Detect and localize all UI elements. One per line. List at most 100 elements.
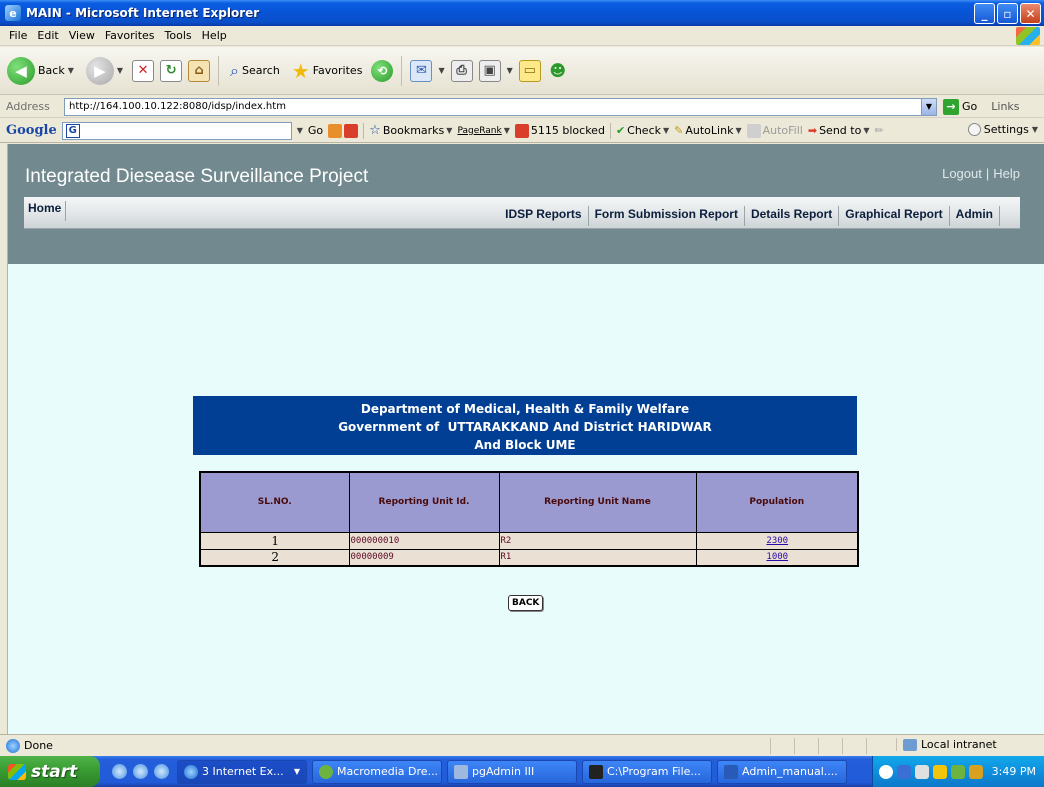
history-icon[interactable]: ⟲ (371, 59, 394, 82)
bookmarks-label: Bookmarks (382, 124, 445, 137)
nav-menu: IDSP Reports Form Submission Report Deta… (499, 206, 1000, 226)
discuss-icon[interactable]: ▭ (518, 59, 541, 82)
population-link[interactable]: 2300 (766, 536, 788, 546)
address-input[interactable]: http://164.100.10.122:8080/idsp/index.ht… (64, 97, 922, 116)
messenger-icon[interactable]: ☻ (547, 60, 569, 82)
spellcheck-button[interactable]: ✔ Check ▼ (616, 124, 669, 137)
back-nav-button[interactable]: ◀ Back ▼ (4, 55, 77, 87)
page-icon (6, 738, 20, 753)
chevron-down-icon: ▼ (663, 126, 670, 135)
tray-arrow-icon[interactable] (879, 764, 893, 779)
window-title: MAIN - Microsoft Internet Explorer (26, 6, 260, 20)
browser-quicklaunch-icon[interactable] (154, 764, 169, 779)
tray-app-icon[interactable] (969, 764, 983, 779)
task-command-prompt[interactable]: C:\Program File... (582, 759, 712, 784)
minimize-button[interactable]: _ (974, 3, 995, 24)
task-macromedia[interactable]: Macromedia Dre... (312, 759, 442, 784)
chevron-down-icon: ▼ (506, 66, 513, 75)
favorites-button[interactable]: ★ Favorites (289, 57, 366, 85)
population-link[interactable]: 1000 (766, 552, 788, 562)
chevron-down-icon: ▼ (293, 767, 300, 776)
go-button[interactable]: → Go (943, 98, 978, 115)
nav-idsp-reports[interactable]: IDSP Reports (499, 206, 587, 226)
logout-link[interactable]: Logout (940, 166, 984, 181)
bookmarks-button[interactable]: ☆ Bookmarks ▼ (369, 123, 452, 138)
start-button[interactable]: start (0, 756, 100, 787)
nav-divider (999, 206, 1000, 226)
nav-form-submission-report[interactable]: Form Submission Report (587, 206, 744, 226)
status-pane (794, 738, 818, 754)
pgadmin-icon (454, 764, 468, 779)
menu-edit[interactable]: Edit (32, 29, 63, 42)
help-link[interactable]: Help (991, 166, 1022, 181)
autofill-icon (746, 123, 761, 138)
nav-graphical-report[interactable]: Graphical Report (838, 206, 948, 226)
ie-quicklaunch-icon[interactable] (133, 764, 148, 779)
tray-app-icon[interactable] (915, 764, 929, 779)
pencil-icon[interactable]: ✏ (874, 124, 883, 137)
google-go-button[interactable]: Go (308, 124, 323, 137)
status-bar: Done Local intranet (0, 734, 1044, 756)
network-icon[interactable] (897, 764, 911, 779)
forward-nav-button[interactable]: ▶ ▼ (83, 55, 126, 87)
chevron-down-icon: ▼ (116, 66, 124, 75)
menu-view[interactable]: View (64, 29, 100, 42)
menu-tools[interactable]: Tools (160, 29, 197, 42)
nav-admin[interactable]: Admin (948, 206, 999, 226)
tray-app-icon[interactable] (951, 764, 965, 779)
google-search-input[interactable]: G (61, 121, 292, 140)
print-icon[interactable]: ⎙ (450, 59, 473, 82)
ie-icon (184, 764, 198, 779)
favorites-label: Favorites (312, 64, 363, 77)
sendto-icon: ➡ (807, 124, 818, 137)
cell-population: 1000 (695, 548, 859, 567)
chevron-down-icon: ▼ (67, 66, 74, 75)
window-border (0, 144, 8, 734)
close-button[interactable]: ✕ (1020, 3, 1041, 24)
toolbar-separator (609, 122, 611, 139)
chevron-down-icon[interactable]: ▼ (297, 126, 303, 135)
windows-logo-icon (1016, 27, 1040, 45)
autolink-button[interactable]: ✎ AutoLink ▼ (674, 124, 741, 137)
menu-file[interactable]: File (4, 29, 32, 42)
nav-home[interactable]: Home (28, 201, 67, 221)
search-button[interactable]: ⌕ Search (227, 59, 283, 83)
stop-icon[interactable]: ✕ (132, 59, 155, 82)
nav-details-report[interactable]: Details Report (743, 206, 838, 226)
status-pane (842, 738, 866, 754)
intranet-icon (903, 738, 917, 751)
settings-button[interactable]: Settings ▼ (967, 123, 1038, 136)
back-button[interactable]: BACK (508, 595, 544, 611)
google-toolbar: Google G ▼ Go ☆ Bookmarks ▼ PageRank ▼ 5115… (0, 119, 1044, 143)
task-internet-explorer[interactable]: 3 Internet Ex... ▼ (177, 759, 307, 784)
pagerank-label: PageRank (457, 125, 502, 136)
status-pane (866, 738, 890, 754)
info-icon[interactable] (933, 764, 947, 779)
site-header: Integrated Diesease Surveillance Project… (8, 144, 1044, 264)
home-icon[interactable]: ⌂ (188, 59, 211, 82)
pagerank-icon (328, 123, 343, 138)
taskbar: start 3 Internet Ex... ▼ Macromedia Dre.… (0, 756, 1044, 787)
edit-icon[interactable]: ▣ (478, 59, 501, 82)
chevron-down-icon[interactable]: ▼ (921, 97, 937, 116)
task-pgadmin[interactable]: pgAdmin III (447, 759, 577, 784)
header-sl-no: SL.NO. (199, 471, 350, 533)
google-logo[interactable]: Google (6, 123, 57, 138)
go-label: Go (962, 100, 978, 113)
autofill-button[interactable]: AutoFill (746, 123, 803, 138)
check-label: Check (627, 124, 661, 137)
refresh-icon[interactable]: ↻ (160, 59, 183, 82)
menu-favorites[interactable]: Favorites (100, 29, 160, 42)
mail-icon[interactable]: ✉ (410, 59, 433, 82)
ie-quicklaunch-icon[interactable] (112, 764, 127, 779)
links-button[interactable]: Links (991, 100, 1019, 113)
task-label: Admin_manual.... (742, 765, 838, 778)
google-extra-buttons[interactable] (328, 123, 359, 138)
popup-blocker-button[interactable]: 5115 blocked (514, 123, 605, 138)
maximize-button[interactable]: ▫ (997, 3, 1018, 24)
menu-help[interactable]: Help (197, 29, 232, 42)
start-label: start (31, 761, 78, 782)
pagerank-button[interactable]: PageRank ▼ (457, 126, 509, 136)
task-admin-manual[interactable]: Admin_manual.... (717, 759, 847, 784)
sendto-button[interactable]: ➡ Send to ▼ (808, 124, 870, 137)
